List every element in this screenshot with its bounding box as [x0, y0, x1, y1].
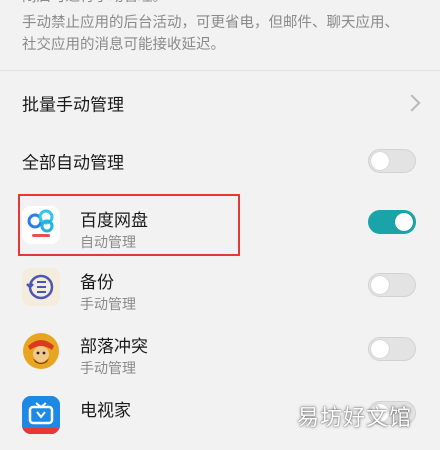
app-name: 电视家 [80, 401, 131, 421]
app-row-clash-of-clans: 部落冲突 手动管理 [0, 320, 440, 384]
description-cut-line: 闭启可进行手动管理。 [22, 0, 167, 8]
auto-all-label: 全部自动管理 [22, 153, 124, 174]
watermark: 易坊好文馆 [296, 406, 412, 431]
divider [0, 70, 440, 71]
app-row-backup: 备份 手动管理 [0, 256, 440, 320]
auto-all-toggle[interactable] [368, 149, 416, 173]
app-toggle-clash-of-clans[interactable] [368, 337, 416, 361]
toggle-knob [371, 152, 389, 170]
toggle-knob [371, 340, 389, 358]
app-toggle-baidu-netdisk[interactable] [368, 210, 416, 234]
toggle-knob [395, 213, 413, 231]
toggle-knob [371, 276, 389, 294]
tv-home-icon [22, 396, 60, 434]
chevron-right-icon [403, 94, 421, 112]
description-text: 手动禁止应用的后台活动，可更省电，但邮件、聊天应用、社交应用的消息可能接收延迟。 [22, 15, 399, 53]
app-toggle-backup[interactable] [368, 273, 416, 297]
batch-manual-label: 批量手动管理 [22, 95, 124, 116]
backup-icon [22, 268, 60, 306]
auto-all-row: 全部自动管理 [0, 132, 440, 190]
app-status: 手动管理 [80, 361, 136, 377]
clash-of-clans-icon [22, 332, 60, 370]
batch-manual-row[interactable]: 批量手动管理 [0, 74, 440, 132]
app-name: 部落冲突 [80, 337, 148, 357]
app-name: 备份 [80, 273, 114, 293]
app-status: 手动管理 [80, 297, 136, 313]
highlight-box [18, 194, 240, 256]
